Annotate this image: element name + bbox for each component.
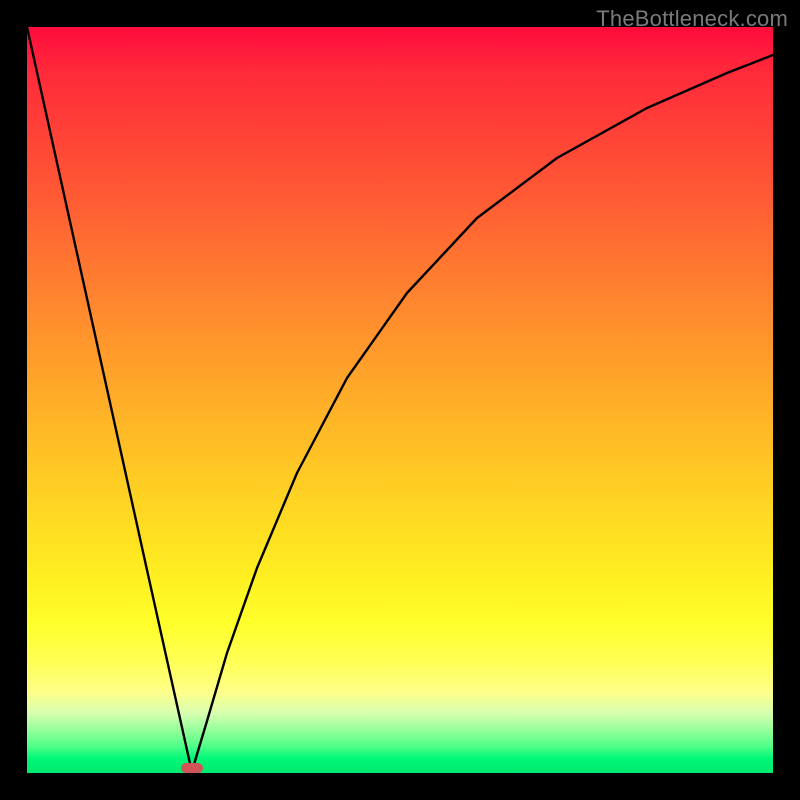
curve-line (27, 27, 773, 773)
curve-svg (27, 27, 773, 773)
plot-area (27, 27, 773, 773)
min-point-marker (181, 763, 203, 773)
chart-frame: TheBottleneck.com (0, 0, 800, 800)
